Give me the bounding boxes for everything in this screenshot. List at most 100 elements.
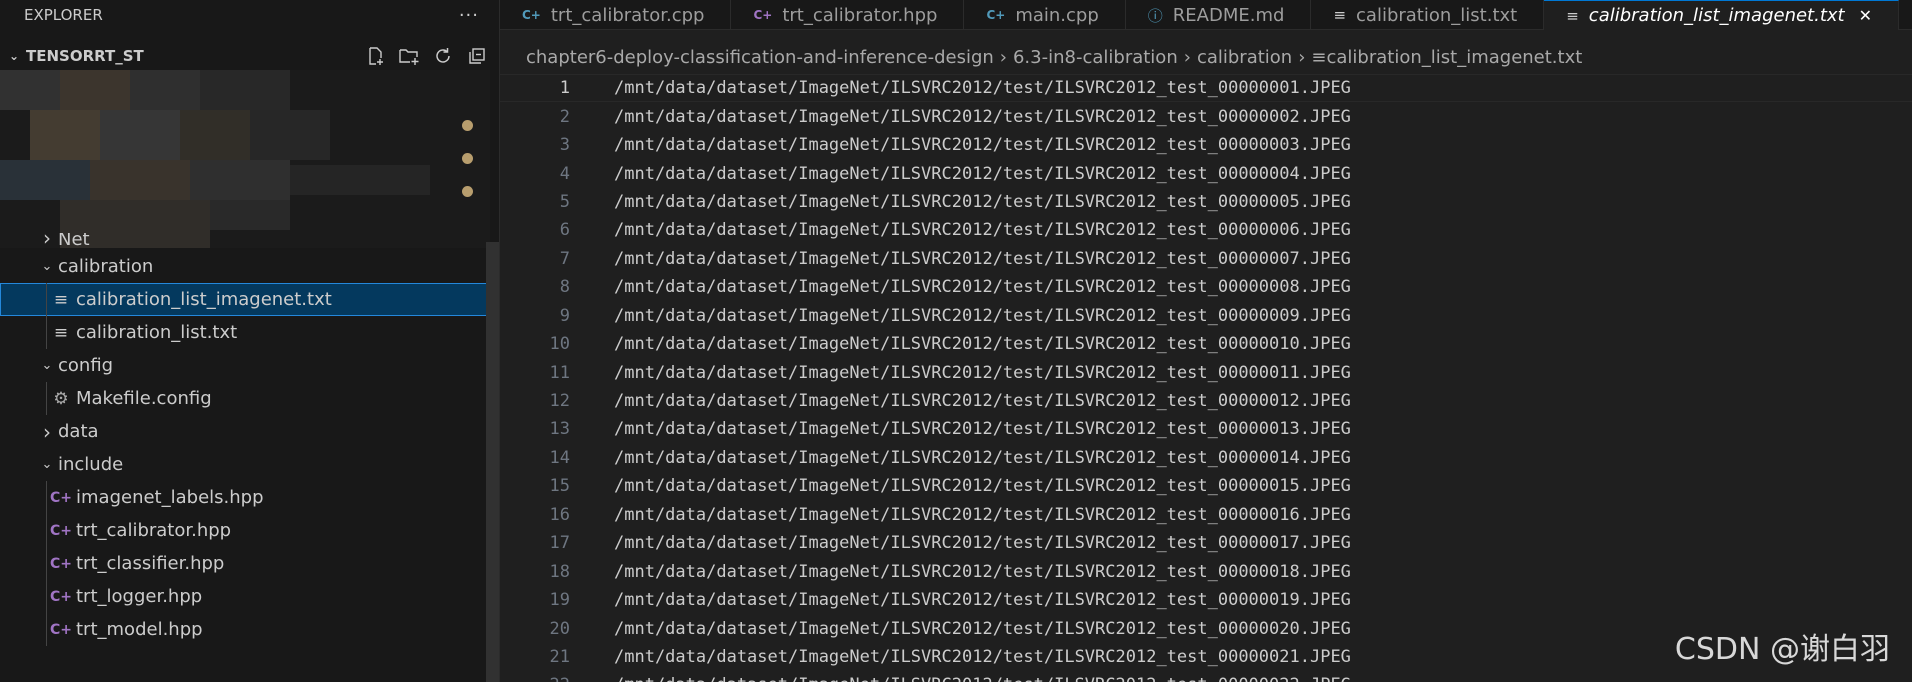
cpp-file-icon: C+ — [753, 8, 773, 22]
code-text: /mnt/data/dataset/ImageNet/ILSVRC2012/te… — [614, 561, 1351, 582]
line-number: 11 — [549, 362, 570, 383]
new-file-icon[interactable] — [361, 42, 389, 70]
tab-label: trt_calibrator.cpp — [550, 4, 705, 26]
breadcrumb-item[interactable]: chapter6-deploy-classification-and-infer… — [526, 47, 994, 68]
tree-item[interactable]: ≡ calibration_list_imagenet.txt — [0, 283, 499, 316]
line-number: 10 — [549, 334, 570, 355]
chevron-right-icon[interactable]: › — [36, 420, 58, 444]
indent-guide — [46, 283, 47, 316]
breadcrumb-item[interactable]: calibration_list_imagenet.txt — [1327, 47, 1583, 68]
tab-readme-md[interactable]: ⓘ README.md — [1126, 0, 1312, 30]
breadcrumb-separator-icon: › — [1183, 46, 1191, 68]
line-number: 16 — [549, 504, 570, 525]
explorer-actions — [361, 42, 491, 70]
line-number: 15 — [549, 476, 570, 497]
code-text: /mnt/data/dataset/ImageNet/ILSVRC2012/te… — [614, 533, 1351, 554]
tab-trt-calibrator-hpp[interactable]: C+ trt_calibrator.hpp — [731, 0, 965, 30]
modified-dot — [462, 186, 473, 197]
workspace-section-header[interactable]: ⌄ TENSORRT_ST — [0, 42, 499, 70]
chevron-down-icon[interactable]: ⌄ — [36, 457, 58, 472]
tree-item-label: Net — [58, 233, 90, 250]
explorer-sidebar: EXPLORER ··· ⌄ TENSORRT_ST › Net ⌄ calib… — [0, 0, 500, 682]
tree-item-label: trt_calibrator.hpp — [76, 520, 232, 541]
code-line: 11/mnt/data/dataset/ImageNet/ILSVRC2012/… — [500, 358, 1912, 386]
tree-item[interactable]: ≡ calibration_list.txt — [0, 316, 499, 349]
refresh-icon[interactable] — [429, 42, 457, 70]
code-text: /mnt/data/dataset/ImageNet/ILSVRC2012/te… — [614, 220, 1351, 241]
file-tree: › Net ⌄ calibration ≡ calibration_list_imagen… — [0, 233, 499, 646]
sidebar-scrollbar[interactable] — [486, 242, 499, 682]
chevron-down-icon[interactable]: ⌄ — [36, 358, 58, 373]
new-folder-icon[interactable] — [395, 42, 423, 70]
code-text: /mnt/data/dataset/ImageNet/ILSVRC2012/te… — [614, 590, 1351, 611]
breadcrumb-item[interactable]: 6.3-in8-calibration — [1013, 47, 1178, 68]
collapse-all-icon[interactable] — [463, 42, 491, 70]
line-number: 7 — [559, 248, 570, 269]
code-editor[interactable]: 1/mnt/data/dataset/ImageNet/ILSVRC2012/t… — [500, 74, 1912, 682]
tree-item-label: calibration_list_imagenet.txt — [76, 289, 332, 310]
indent-guide — [46, 316, 47, 349]
text-file-icon: ≡ — [53, 322, 69, 343]
redacted-area — [0, 70, 490, 248]
code-line: 9/mnt/data/dataset/ImageNet/ILSVRC2012/t… — [500, 302, 1912, 330]
explorer-header: EXPLORER ··· — [0, 0, 499, 30]
tab-calibration-list-imagenet-txt[interactable]: ≡ calibration_list_imagenet.txt ✕ — [1544, 0, 1899, 30]
tab-label: main.cpp — [1015, 4, 1099, 26]
code-line: 6/mnt/data/dataset/ImageNet/ILSVRC2012/t… — [500, 216, 1912, 244]
line-number: 14 — [549, 447, 570, 468]
tree-item-label: calibration — [58, 256, 154, 277]
code-line: 15/mnt/data/dataset/ImageNet/ILSVRC2012/… — [500, 472, 1912, 500]
tree-item[interactable]: C+ trt_calibrator.hpp — [0, 514, 499, 547]
code-line: 10/mnt/data/dataset/ImageNet/ILSVRC2012/… — [500, 330, 1912, 358]
code-text: /mnt/data/dataset/ImageNet/ILSVRC2012/te… — [614, 391, 1351, 412]
line-number: 5 — [559, 191, 570, 212]
line-number: 12 — [549, 391, 570, 412]
code-text: /mnt/data/dataset/ImageNet/ILSVRC2012/te… — [614, 305, 1351, 326]
tree-item-label: trt_logger.hpp — [76, 586, 203, 607]
tree-item[interactable]: ⌄ include — [0, 448, 499, 481]
tree-item[interactable]: C+ trt_model.hpp — [0, 613, 499, 646]
code-line: 5/mnt/data/dataset/ImageNet/ILSVRC2012/t… — [500, 188, 1912, 216]
code-line: 1/mnt/data/dataset/ImageNet/ILSVRC2012/t… — [500, 74, 1912, 103]
code-text: /mnt/data/dataset/ImageNet/ILSVRC2012/te… — [614, 504, 1351, 525]
tab-trt-calibrator-cpp[interactable]: C+ trt_calibrator.cpp — [500, 0, 732, 30]
line-number: 22 — [500, 675, 576, 682]
cpp-file-icon: C+ — [986, 8, 1006, 22]
code-line: 16/mnt/data/dataset/ImageNet/ILSVRC2012/… — [500, 501, 1912, 529]
modified-dot — [462, 153, 473, 164]
breadcrumb: chapter6-deploy-classification-and-infer… — [500, 44, 1912, 70]
code-text: /mnt/data/dataset/ImageNet/ILSVRC2012/te… — [614, 419, 1351, 440]
breadcrumb-item[interactable]: calibration — [1197, 47, 1292, 68]
indent-guide — [46, 547, 47, 580]
editor-tabs: C+ trt_calibrator.cpp C+ trt_calibrator.hpp… — [500, 0, 1912, 30]
tree-item[interactable]: › data — [0, 415, 499, 448]
tree-item-label: Makefile.config — [76, 388, 212, 409]
indent-guide — [46, 481, 47, 514]
more-actions-icon[interactable]: ··· — [459, 5, 479, 26]
tree-item[interactable]: › Net — [0, 233, 499, 250]
chevron-down-icon[interactable]: ⌄ — [4, 49, 24, 63]
line-number: 18 — [549, 561, 570, 582]
indent-guide — [46, 580, 47, 613]
tree-item-label: imagenet_labels.hpp — [76, 487, 264, 508]
cpp-file-icon: C+ — [522, 8, 541, 22]
text-file-icon: ≡ — [1333, 6, 1347, 24]
gear-icon: ⚙ — [53, 388, 69, 409]
tree-item[interactable]: ⌄ config — [0, 349, 499, 382]
code-line: 8/mnt/data/dataset/ImageNet/ILSVRC2012/t… — [500, 273, 1912, 301]
chevron-down-icon[interactable]: ⌄ — [36, 259, 58, 274]
tree-item[interactable]: C+ trt_logger.hpp — [0, 580, 499, 613]
tree-item-label: config — [58, 355, 114, 376]
code-text: /mnt/data/dataset/ImageNet/ILSVRC2012/te… — [614, 618, 1351, 639]
chevron-right-icon[interactable]: › — [36, 233, 58, 250]
tree-item[interactable]: ⚙ Makefile.config — [0, 382, 499, 415]
tab-main-cpp[interactable]: C+ main.cpp — [964, 0, 1126, 30]
tree-item[interactable]: C+ imagenet_labels.hpp — [0, 481, 499, 514]
close-icon[interactable]: ✕ — [1859, 6, 1872, 25]
line-number: 19 — [549, 590, 570, 611]
tab-calibration-list-txt[interactable]: ≡ calibration_list.txt — [1311, 0, 1545, 30]
code-line: 12/mnt/data/dataset/ImageNet/ILSVRC2012/… — [500, 387, 1912, 415]
cpp-file-icon: C+ — [50, 555, 73, 572]
tree-item[interactable]: ⌄ calibration — [0, 250, 499, 283]
tree-item[interactable]: C+ trt_classifier.hpp — [0, 547, 499, 580]
